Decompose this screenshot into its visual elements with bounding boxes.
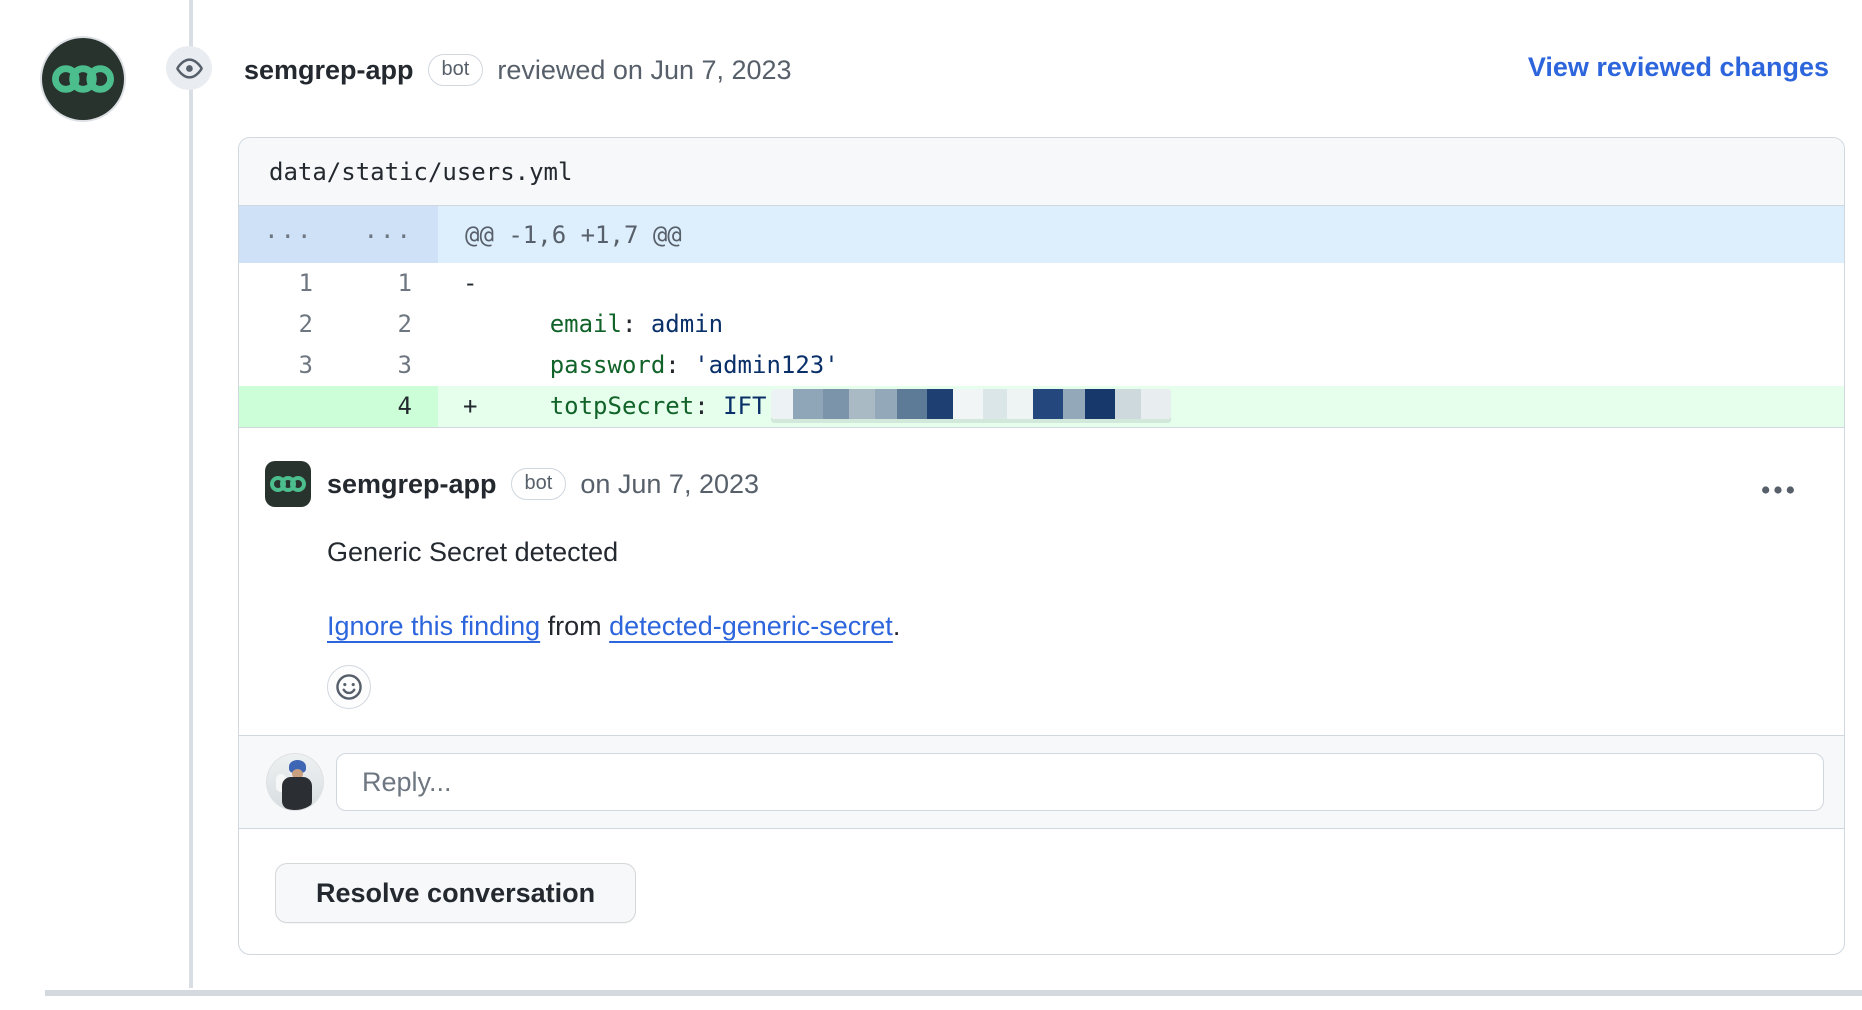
thread-actions: Resolve conversation [239, 829, 1844, 923]
comment-links-line: Ignore this finding from detected-generi… [327, 609, 1814, 643]
hunk-header-text: @@ -1,6 +1,7 @@ [438, 206, 1844, 263]
section-divider [45, 990, 1862, 996]
diff-code-line: + totpSecret: IFT [438, 386, 1844, 427]
smiley-icon [335, 673, 363, 701]
bot-badge: bot [428, 54, 484, 86]
diff-row: 33 password: 'admin123' [239, 345, 1844, 386]
reply-input[interactable] [336, 753, 1824, 811]
code-segment: - [463, 269, 477, 297]
add-reaction-button[interactable] [327, 665, 371, 709]
review-event-badge [166, 46, 212, 90]
new-line-number: 4 [339, 386, 438, 427]
old-line-number: 2 [239, 304, 339, 345]
diff-row: 11- [239, 263, 1844, 304]
expand-diff-button[interactable]: ... ... [239, 206, 438, 263]
diff-code-line: email: admin [438, 304, 1844, 345]
eye-icon [176, 55, 203, 82]
comment-author-avatar [265, 461, 311, 507]
timeline-line [189, 0, 193, 988]
period-text: . [893, 611, 901, 641]
comment-body-text: Generic Secret detected [327, 535, 1814, 569]
comment-header: semgrep-app bot on Jun 7, 2023 [265, 461, 1814, 507]
ignore-finding-link[interactable]: Ignore this finding [327, 611, 540, 641]
review-thread-card: data/static/users.yml ... ... @@ -1,6 +1… [238, 137, 1845, 955]
expand-ellipsis-new[interactable]: ... [339, 216, 439, 244]
redacted-secret-blur [771, 389, 1171, 419]
old-line-number [239, 386, 339, 427]
code-segment: + [463, 392, 550, 420]
current-user-avatar [267, 754, 323, 810]
rule-link[interactable]: detected-generic-secret [609, 611, 893, 641]
resolve-conversation-button[interactable]: Resolve conversation [275, 863, 636, 923]
reviewer-avatar [42, 38, 124, 120]
new-line-number: 2 [339, 304, 438, 345]
old-line-number: 1 [239, 263, 339, 304]
diff-code-line: - [438, 263, 1844, 304]
code-segment [463, 351, 550, 379]
code-segment: password [550, 351, 666, 379]
diff-code-block: 11-22 email: admin33 password: 'admin123… [239, 263, 1844, 428]
reply-section [239, 735, 1844, 829]
diff-file-path[interactable]: data/static/users.yml [239, 138, 1844, 206]
diff-code-line: password: 'admin123' [438, 345, 1844, 386]
code-segment: : [622, 310, 651, 338]
diff-hunk-row: ... ... @@ -1,6 +1,7 @@ [239, 206, 1844, 263]
comment-author-link[interactable]: semgrep-app [327, 469, 497, 500]
diff-row: 22 email: admin [239, 304, 1844, 345]
code-segment: : [665, 351, 694, 379]
code-segment: IFT [723, 392, 766, 420]
code-segment: email [550, 310, 622, 338]
comment-date[interactable]: on Jun 7, 2023 [580, 469, 759, 500]
comment-options-button[interactable] [1756, 470, 1800, 510]
code-segment: admin [651, 310, 723, 338]
semgrep-logo-icon [270, 473, 306, 495]
view-reviewed-changes-link[interactable]: View reviewed changes [1528, 52, 1829, 83]
old-line-number: 3 [239, 345, 339, 386]
expand-ellipsis-old[interactable]: ... [239, 216, 339, 244]
semgrep-logo-icon [52, 60, 114, 98]
bot-badge: bot [511, 468, 567, 500]
comment-header-text: semgrep-app bot on Jun 7, 2023 [327, 468, 759, 500]
reviewer-name-link[interactable]: semgrep-app [244, 55, 414, 86]
new-line-number: 1 [339, 263, 438, 304]
review-header: semgrep-app bot reviewed on Jun 7, 2023 [244, 50, 792, 90]
kebab-horizontal-icon [1761, 473, 1795, 507]
new-line-number: 3 [339, 345, 438, 386]
code-segment: 'admin123' [694, 351, 839, 379]
code-segment: : [694, 392, 723, 420]
code-segment: totpSecret [550, 392, 695, 420]
avatar-photo-coat [282, 777, 312, 810]
review-comment: semgrep-app bot on Jun 7, 2023 Generic S… [239, 428, 1844, 735]
diff-row: 4+ totpSecret: IFT [239, 386, 1844, 427]
review-action-text: reviewed on Jun 7, 2023 [497, 55, 791, 86]
from-text: from [540, 611, 609, 641]
code-segment [463, 310, 550, 338]
